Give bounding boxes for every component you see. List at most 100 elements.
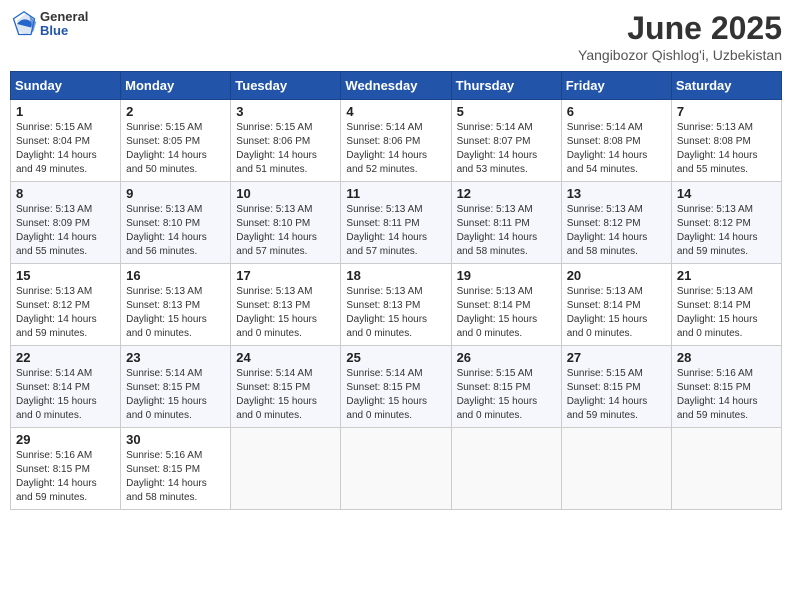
calendar-row: 1 Sunrise: 5:15 AM Sunset: 8:04 PM Daylig…: [11, 100, 782, 182]
calendar-cell: 4 Sunrise: 5:14 AM Sunset: 8:06 PM Daylig…: [341, 100, 451, 182]
weekday-header-friday: Friday: [561, 72, 671, 100]
weekday-header-saturday: Saturday: [671, 72, 781, 100]
day-number: 4: [346, 104, 445, 119]
calendar-cell: 19 Sunrise: 5:13 AM Sunset: 8:14 PM Dayli…: [451, 264, 561, 346]
day-info: Sunrise: 5:13 AM Sunset: 8:12 PM Dayligh…: [677, 203, 776, 259]
calendar-cell: 23Sunrise: 5:14 AM Sunset: 8:15 PM Dayli…: [121, 346, 231, 428]
calendar-cell: 30Sunrise: 5:16 AM Sunset: 8:15 PM Dayli…: [121, 428, 231, 510]
day-info: Sunrise: 5:13 AM Sunset: 8:10 PM Dayligh…: [126, 203, 225, 259]
calendar-cell: [671, 428, 781, 510]
day-info: Sunrise: 5:16 AM Sunset: 8:15 PM Dayligh…: [126, 449, 225, 505]
weekday-header-row: SundayMondayTuesdayWednesdayThursdayFrid…: [11, 72, 782, 100]
calendar-cell: 3Sunrise: 5:15 AM Sunset: 8:06 PM Daylig…: [231, 100, 341, 182]
day-info: Sunrise: 5:14 AM Sunset: 8:14 PM Dayligh…: [16, 367, 115, 423]
calendar-cell: [231, 428, 341, 510]
day-info: Sunrise: 5:13 AM Sunset: 8:14 PM Dayligh…: [457, 285, 556, 341]
calendar-cell: 20Sunrise: 5:13 AM Sunset: 8:14 PM Dayli…: [561, 264, 671, 346]
calendar-cell: 10 Sunrise: 5:13 AM Sunset: 8:10 PM Dayli…: [231, 182, 341, 264]
calendar-cell: 6 Sunrise: 5:14 AM Sunset: 8:08 PM Daylig…: [561, 100, 671, 182]
day-number: 7: [677, 104, 776, 119]
day-number: 12: [457, 186, 556, 201]
day-info: Sunrise: 5:13 AM Sunset: 8:13 PM Dayligh…: [236, 285, 335, 341]
day-number: 26: [457, 350, 556, 365]
day-number: 18: [346, 268, 445, 283]
weekday-header-tuesday: Tuesday: [231, 72, 341, 100]
day-number: 29: [16, 432, 115, 447]
calendar-cell: 18 Sunrise: 5:13 AM Sunset: 8:13 PM Dayli…: [341, 264, 451, 346]
day-info: Sunrise: 5:14 AM Sunset: 8:15 PM Dayligh…: [126, 367, 225, 423]
calendar-row: 29 Sunrise: 5:16 AM Sunset: 8:15 PM Dayli…: [11, 428, 782, 510]
day-info: Sunrise: 5:13 AM Sunset: 8:11 PM Dayligh…: [346, 203, 445, 259]
day-number: 25: [346, 350, 445, 365]
calendar-table: SundayMondayTuesdayWednesdayThursdayFrid…: [10, 71, 782, 510]
day-info: Sunrise: 5:13 AM Sunset: 8:13 PM Dayligh…: [346, 285, 445, 341]
calendar-cell: 8 Sunrise: 5:13 AM Sunset: 8:09 PM Daylig…: [11, 182, 121, 264]
logo-icon: [10, 10, 38, 38]
day-number: 8: [16, 186, 115, 201]
logo-text: General Blue: [40, 10, 88, 39]
calendar-cell: 21 Sunrise: 5:13 AM Sunset: 8:14 PM Dayli…: [671, 264, 781, 346]
day-info: Sunrise: 5:13 AM Sunset: 8:14 PM Dayligh…: [567, 285, 666, 341]
day-info: Sunrise: 5:15 AM Sunset: 8:15 PM Dayligh…: [457, 367, 556, 423]
calendar-cell: 14 Sunrise: 5:13 AM Sunset: 8:12 PM Dayli…: [671, 182, 781, 264]
day-info: Sunrise: 5:13 AM Sunset: 8:08 PM Dayligh…: [677, 121, 776, 177]
day-info: Sunrise: 5:15 AM Sunset: 8:04 PM Dayligh…: [16, 121, 115, 177]
day-number: 5: [457, 104, 556, 119]
weekday-header-sunday: Sunday: [11, 72, 121, 100]
calendar-cell: 13 Sunrise: 5:13 AM Sunset: 8:12 PM Dayli…: [561, 182, 671, 264]
day-number: 28: [677, 350, 776, 365]
day-number: 27: [567, 350, 666, 365]
day-number: 10: [236, 186, 335, 201]
calendar-cell: 15Sunrise: 5:13 AM Sunset: 8:12 PM Dayli…: [11, 264, 121, 346]
day-number: 21: [677, 268, 776, 283]
day-info: Sunrise: 5:13 AM Sunset: 8:09 PM Dayligh…: [16, 203, 115, 259]
calendar-cell: 7 Sunrise: 5:13 AM Sunset: 8:08 PM Daylig…: [671, 100, 781, 182]
calendar-cell: 28 Sunrise: 5:16 AM Sunset: 8:15 PM Dayli…: [671, 346, 781, 428]
weekday-header-thursday: Thursday: [451, 72, 561, 100]
weekday-header-monday: Monday: [121, 72, 231, 100]
calendar-cell: 11Sunrise: 5:13 AM Sunset: 8:11 PM Dayli…: [341, 182, 451, 264]
day-info: Sunrise: 5:16 AM Sunset: 8:15 PM Dayligh…: [677, 367, 776, 423]
calendar-cell: 9 Sunrise: 5:13 AM Sunset: 8:10 PM Daylig…: [121, 182, 231, 264]
day-number: 13: [567, 186, 666, 201]
title-area: June 2025 Yangibozor Qishlog'i, Uzbekist…: [578, 10, 782, 63]
calendar-cell: 26 Sunrise: 5:15 AM Sunset: 8:15 PM Dayli…: [451, 346, 561, 428]
calendar-cell: 29 Sunrise: 5:16 AM Sunset: 8:15 PM Dayli…: [11, 428, 121, 510]
day-number: 19: [457, 268, 556, 283]
logo-general: General: [40, 10, 88, 24]
day-number: 2: [126, 104, 225, 119]
day-number: 22: [16, 350, 115, 365]
day-info: Sunrise: 5:14 AM Sunset: 8:07 PM Dayligh…: [457, 121, 556, 177]
calendar-row: 22 Sunrise: 5:14 AM Sunset: 8:14 PM Dayli…: [11, 346, 782, 428]
day-number: 9: [126, 186, 225, 201]
day-info: Sunrise: 5:13 AM Sunset: 8:12 PM Dayligh…: [567, 203, 666, 259]
day-info: Sunrise: 5:13 AM Sunset: 8:14 PM Dayligh…: [677, 285, 776, 341]
logo-blue: Blue: [40, 24, 88, 38]
day-number: 3: [236, 104, 335, 119]
day-info: Sunrise: 5:13 AM Sunset: 8:13 PM Dayligh…: [126, 285, 225, 341]
day-info: Sunrise: 5:15 AM Sunset: 8:15 PM Dayligh…: [567, 367, 666, 423]
calendar-cell: 24Sunrise: 5:14 AM Sunset: 8:15 PM Dayli…: [231, 346, 341, 428]
calendar-row: 8 Sunrise: 5:13 AM Sunset: 8:09 PM Daylig…: [11, 182, 782, 264]
day-number: 6: [567, 104, 666, 119]
day-number: 16: [126, 268, 225, 283]
day-number: 1: [16, 104, 115, 119]
day-info: Sunrise: 5:14 AM Sunset: 8:15 PM Dayligh…: [346, 367, 445, 423]
header: General Blue June 2025 Yangibozor Qishlo…: [10, 10, 782, 63]
calendar-cell: 22 Sunrise: 5:14 AM Sunset: 8:14 PM Dayli…: [11, 346, 121, 428]
day-info: Sunrise: 5:14 AM Sunset: 8:08 PM Dayligh…: [567, 121, 666, 177]
day-info: Sunrise: 5:13 AM Sunset: 8:10 PM Dayligh…: [236, 203, 335, 259]
calendar-cell: 5 Sunrise: 5:14 AM Sunset: 8:07 PM Daylig…: [451, 100, 561, 182]
calendar-row: 15Sunrise: 5:13 AM Sunset: 8:12 PM Dayli…: [11, 264, 782, 346]
day-info: Sunrise: 5:15 AM Sunset: 8:05 PM Dayligh…: [126, 121, 225, 177]
calendar-cell: 17Sunrise: 5:13 AM Sunset: 8:13 PM Dayli…: [231, 264, 341, 346]
day-number: 14: [677, 186, 776, 201]
day-info: Sunrise: 5:16 AM Sunset: 8:15 PM Dayligh…: [16, 449, 115, 505]
day-info: Sunrise: 5:13 AM Sunset: 8:12 PM Dayligh…: [16, 285, 115, 341]
calendar-cell: [451, 428, 561, 510]
day-info: Sunrise: 5:14 AM Sunset: 8:06 PM Dayligh…: [346, 121, 445, 177]
calendar-title: June 2025: [578, 10, 782, 47]
calendar-cell: 16 Sunrise: 5:13 AM Sunset: 8:13 PM Dayli…: [121, 264, 231, 346]
logo: General Blue: [10, 10, 88, 39]
day-info: Sunrise: 5:13 AM Sunset: 8:11 PM Dayligh…: [457, 203, 556, 259]
